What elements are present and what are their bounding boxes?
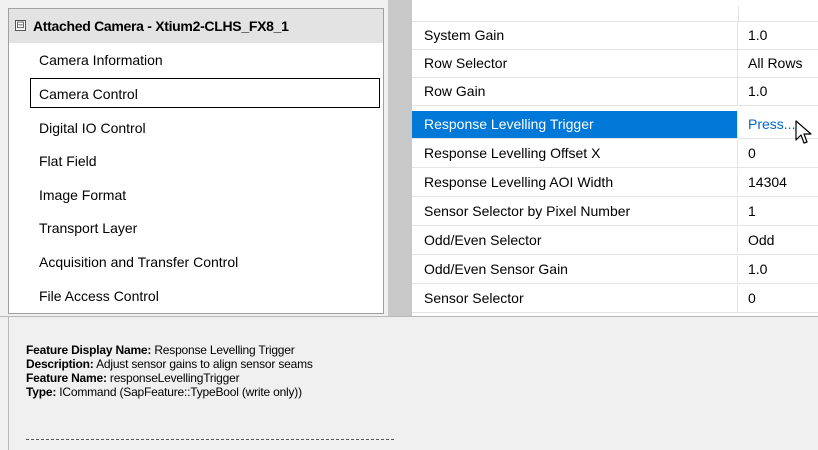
- tree-item-camera-control[interactable]: Camera Control: [30, 78, 380, 108]
- tree-item-transport-layer[interactable]: Transport Layer: [31, 213, 381, 243]
- property-name: System Gain: [412, 22, 738, 49]
- property-value[interactable]: 0: [738, 285, 818, 312]
- tree-item-flat-field[interactable]: Flat Field: [31, 146, 381, 176]
- property-name: Row Selector: [412, 50, 738, 77]
- grid-row-row-selector[interactable]: Row Selector All Rows: [412, 50, 818, 78]
- property-value[interactable]: 1.0: [738, 256, 818, 283]
- display-name-label: Feature Display Name:: [26, 343, 152, 357]
- property-name: Row Gain: [412, 78, 738, 105]
- property-name: Sensor Selector: [412, 285, 738, 312]
- property-value[interactable]: Odd: [738, 227, 818, 254]
- panel-splitter[interactable]: [388, 0, 412, 316]
- property-value[interactable]: 1: [738, 198, 818, 225]
- grid-top-row: [412, 0, 818, 22]
- feature-name-line: Feature Name: responseLevellingTrigger: [26, 371, 313, 385]
- property-value[interactable]: 14304: [738, 169, 818, 196]
- property-name: Odd/Even Sensor Gain: [412, 256, 738, 283]
- feature-description-panel: Feature Display Name: Response Levelling…: [0, 316, 818, 450]
- feature-name-value: responseLevellingTrigger: [109, 371, 240, 385]
- collapse-icon[interactable]: ⊟: [15, 20, 26, 31]
- tree-item-acquisition-transfer-control[interactable]: Acquisition and Transfer Control: [31, 247, 381, 277]
- dashed-separator: [26, 439, 394, 440]
- grid-row-system-gain[interactable]: System Gain 1.0: [412, 22, 818, 50]
- grid-row-row-gain[interactable]: Row Gain 1.0: [412, 78, 818, 106]
- tree-root-node[interactable]: ⊟ Attached Camera - Xtium2-CLHS_FX8_1: [9, 9, 383, 43]
- description-text: Feature Display Name: Response Levelling…: [26, 343, 313, 399]
- grid-row-response-levelling-trigger[interactable]: Response Levelling Trigger Press...: [412, 111, 818, 139]
- feature-name-label: Feature Name:: [26, 371, 107, 385]
- grid-row-sensor-selector-by-pixel-number[interactable]: Sensor Selector by Pixel Number 1: [412, 198, 818, 226]
- tree-root-label: Attached Camera - Xtium2-CLHS_FX8_1: [33, 18, 289, 34]
- grid-row-response-levelling-offset-x[interactable]: Response Levelling Offset X 0: [412, 140, 818, 168]
- panel-divider: [8, 317, 9, 450]
- grid-row-odd-even-sensor-gain[interactable]: Odd/Even Sensor Gain 1.0: [412, 256, 818, 284]
- tree-item-digital-io-control[interactable]: Digital IO Control: [31, 113, 381, 143]
- tree-item-image-format[interactable]: Image Format: [31, 180, 381, 210]
- tree-item-camera-information[interactable]: Camera Information: [31, 45, 381, 75]
- property-name: Response Levelling Trigger: [412, 111, 738, 138]
- property-value[interactable]: 1.0: [738, 78, 818, 105]
- grid-row-odd-even-selector[interactable]: Odd/Even Selector Odd: [412, 227, 818, 255]
- property-value[interactable]: 1.0: [738, 22, 818, 49]
- description-label: Description:: [26, 357, 94, 371]
- grid-row-sensor-selector[interactable]: Sensor Selector 0: [412, 285, 818, 313]
- display-name-value: Response Levelling Trigger: [154, 343, 295, 357]
- display-name-line: Feature Display Name: Response Levelling…: [26, 343, 313, 357]
- grid-row-response-levelling-aoi-width[interactable]: Response Levelling AOI Width 14304: [412, 169, 818, 197]
- description-line: Description: Adjust sensor gains to alig…: [26, 357, 313, 371]
- property-name: Sensor Selector by Pixel Number: [412, 198, 738, 225]
- feature-property-grid: System Gain 1.0 Row Selector All Rows Ro…: [412, 0, 818, 316]
- tree-item-file-access-control[interactable]: File Access Control: [31, 281, 381, 311]
- property-name: Odd/Even Selector: [412, 227, 738, 254]
- type-value: ICommand (SapFeature::TypeBool (write on…: [59, 385, 302, 399]
- type-label: Type:: [26, 385, 57, 399]
- feature-tree-panel: ⊟ Attached Camera - Xtium2-CLHS_FX8_1 Ca…: [8, 8, 384, 314]
- property-name: Response Levelling AOI Width: [412, 169, 738, 196]
- description-value: Adjust sensor gains to align sensor seam…: [96, 357, 313, 371]
- type-line: Type: ICommand (SapFeature::TypeBool (wr…: [26, 385, 313, 399]
- property-value[interactable]: All Rows: [738, 50, 818, 77]
- mouse-pointer-icon: [795, 120, 812, 144]
- property-name: Response Levelling Offset X: [412, 140, 738, 167]
